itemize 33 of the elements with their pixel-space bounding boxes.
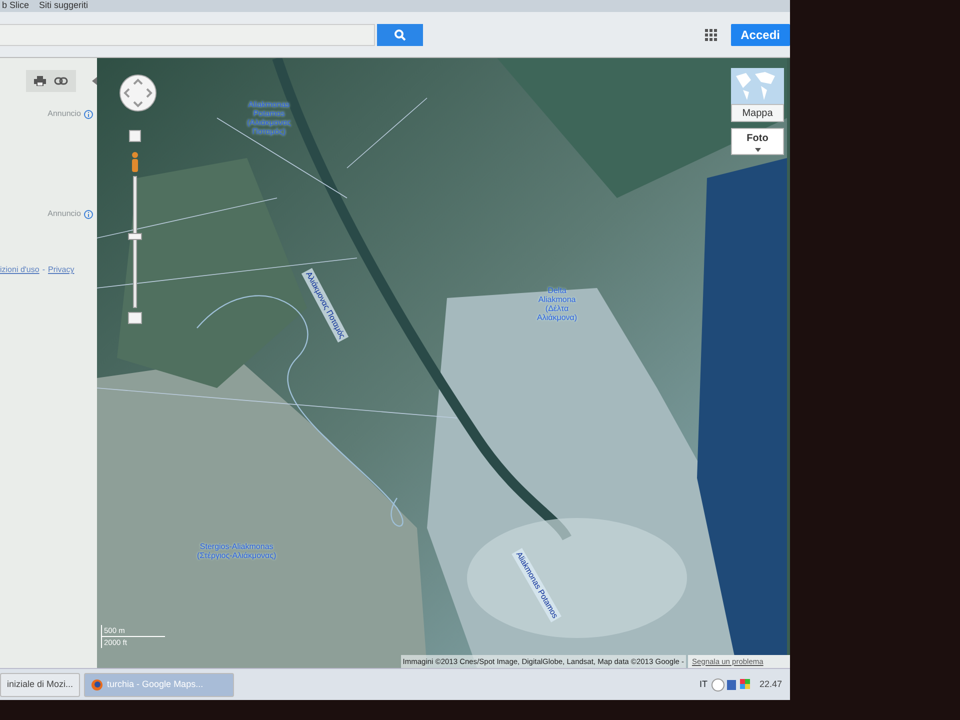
pan-control-icon[interactable] bbox=[119, 74, 157, 112]
place-label: Aliakmonas Potamos (Αλιάκμονας Ποταμός) bbox=[247, 100, 291, 136]
place-label: Stergios-Aliakmonas (Στέργιος-Αλιάκμονας) bbox=[197, 542, 276, 560]
map-type-button[interactable]: Foto bbox=[731, 128, 784, 155]
caret-icon bbox=[754, 148, 760, 152]
pegman-icon[interactable] bbox=[129, 151, 141, 173]
browser-icon bbox=[91, 678, 104, 690]
print-icon[interactable] bbox=[34, 76, 46, 86]
apps-grid-icon[interactable] bbox=[704, 28, 717, 40]
tray-icons-drawing[interactable] bbox=[711, 678, 752, 692]
info-icon[interactable] bbox=[84, 210, 93, 218]
zoom-in-button[interactable] bbox=[129, 130, 141, 142]
ad-label: Annuncio bbox=[48, 208, 81, 220]
footer-link[interactable]: izioni d'uso bbox=[0, 264, 40, 276]
search-button[interactable] bbox=[377, 24, 423, 46]
clock-text: 22.47 bbox=[759, 678, 782, 691]
zoom-out-button[interactable] bbox=[128, 312, 142, 324]
sign-in-button[interactable]: Accedi bbox=[730, 24, 790, 46]
link-icon[interactable] bbox=[54, 77, 68, 85]
separator-text: - bbox=[42, 264, 45, 276]
bookmark-link[interactable]: Siti suggeriti bbox=[39, 0, 88, 12]
search-icon bbox=[394, 28, 406, 40]
place-label: Delta Aliakmona (Δέλτα Αλιάκμονα) bbox=[537, 286, 578, 322]
taskbar-button[interactable]: iniziale di Mozi... bbox=[0, 672, 80, 696]
map-type-button[interactable]: Mappa bbox=[731, 104, 784, 122]
info-icon[interactable] bbox=[84, 110, 93, 118]
collapse-arrow-icon[interactable] bbox=[92, 77, 97, 85]
bookmark-link[interactable]: b Slice bbox=[2, 0, 30, 12]
ad-label: Annuncio bbox=[48, 108, 81, 120]
language-indicator[interactable]: IT bbox=[699, 678, 708, 692]
search-field[interactable] bbox=[0, 24, 375, 46]
zoom-slider-thumb[interactable] bbox=[128, 232, 142, 240]
world-map-icon bbox=[731, 68, 784, 104]
